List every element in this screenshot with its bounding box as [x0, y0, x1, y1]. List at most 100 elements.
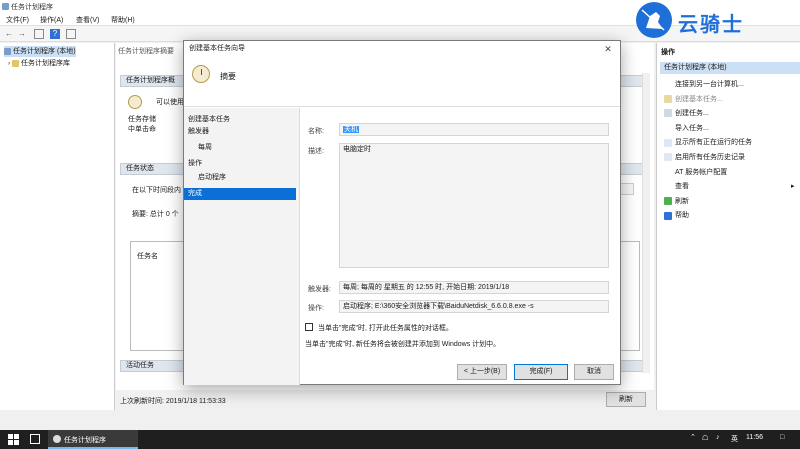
action-item[interactable]: 导入任务... — [664, 123, 709, 134]
ime-indicator[interactable]: 英 — [731, 434, 738, 444]
description-value: 电脑定时 — [343, 146, 371, 153]
trigger-value: 每周; 每周的 星期五 的 12:55 时, 开始日期: 2019/1/18 — [343, 284, 510, 291]
column-header-task-name[interactable]: 任务名 — [137, 251, 158, 261]
name-field[interactable]: 关机 — [339, 123, 609, 136]
action-item-label: 查看 — [675, 183, 689, 191]
intro-text-3: 中单击命 — [128, 126, 156, 133]
description-field[interactable]: 电脑定时 — [339, 143, 609, 268]
refresh-button[interactable]: 刷新 — [606, 392, 646, 407]
action-item-label: 创建基本任务... — [675, 95, 723, 103]
actions-subheader[interactable]: 任务计划程序 (本地) — [660, 62, 800, 74]
action-item[interactable]: AT 服务帐户配置 — [664, 167, 728, 178]
action-item-label: 启用所有任务历史记录 — [675, 154, 745, 161]
help-icon[interactable]: ? — [50, 29, 60, 39]
clock-icon — [4, 47, 11, 55]
wizard-clock-icon — [192, 65, 210, 83]
cancel-button[interactable]: 取消 — [574, 364, 614, 380]
vertical-scrollbar[interactable] — [642, 73, 650, 373]
action-label: 操作: — [308, 305, 324, 312]
name-value: 关机 — [343, 126, 359, 133]
name-label: 名称: — [308, 128, 324, 135]
knight-logo-icon — [636, 2, 672, 38]
summary-count: 摘要: 总计 0 个 — [132, 211, 179, 218]
action-item[interactable]: 启用所有任务历史记录 — [664, 153, 745, 163]
dialog-title: 创建基本任务向导 — [184, 41, 620, 57]
wizard-icon — [664, 94, 672, 103]
step-trigger: 触发器 — [188, 128, 209, 135]
back-arrow-icon[interactable]: ← — [4, 29, 14, 39]
actions-subheader-label: 任务计划程序 (本地) — [664, 64, 727, 71]
taskbar-app-task-scheduler[interactable]: 任务计划程序 — [48, 430, 138, 449]
menu-file[interactable]: 文件(F) — [6, 15, 29, 25]
action-item[interactable]: 连接到另一台计算机... — [664, 80, 744, 90]
menu-action[interactable]: 操作(A) — [40, 15, 63, 25]
close-icon[interactable]: ✕ — [602, 43, 614, 55]
chevron-up-icon[interactable]: ⌃ — [690, 433, 696, 441]
action-item-label: 连接到另一台计算机... — [675, 81, 744, 88]
submenu-arrow-icon[interactable]: ▸ — [791, 182, 795, 192]
action-item[interactable]: 刷新 — [664, 196, 689, 207]
folder-icon — [11, 59, 19, 67]
network-icon[interactable]: ☖ — [702, 434, 708, 442]
navigation-tree: 任务计划程序 (本地) › 任务计划程序库 — [0, 43, 115, 410]
tree-item-library-label: 任务计划程序库 — [20, 60, 70, 67]
menu-view[interactable]: 查看(V) — [76, 15, 99, 25]
intro-text-2: 任务存储 — [128, 116, 156, 123]
step-start-program: 启动程序 — [198, 174, 226, 181]
tree-item-root[interactable]: 任务计划程序 (本地) — [4, 46, 76, 57]
wizard-steps: 创建基本任务 触发器 每周 操作 启动程序 完成 — [184, 108, 300, 385]
active-tasks-title: 活动任务 — [126, 362, 154, 369]
menu-help[interactable]: 帮助(H) — [111, 15, 135, 25]
running-icon — [664, 138, 672, 147]
action-item[interactable]: 创建任务... — [664, 109, 709, 119]
last-refresh-text: 上次刷新时间: 2019/1/18 11:53:33 — [120, 398, 226, 405]
windows-start-icon[interactable] — [8, 434, 19, 445]
status-bar: 上次刷新时间: 2019/1/18 11:53:33 — [116, 390, 654, 410]
breadcrumb: 任务计划程序摘要 — [118, 48, 174, 55]
clock[interactable]: 11:56 — [746, 434, 763, 441]
step-action: 操作 — [188, 160, 202, 167]
create-basic-task-wizard: 创建基本任务向导 ✕ 摘要 创建基本任务 触发器 每周 操作 启动程序 完成 名… — [183, 40, 621, 385]
action-value: 启动程序; E:\360安全浏览器下载\BaiduNetdisk_6.6.0.8… — [343, 303, 534, 310]
at-icon — [664, 167, 672, 176]
action-item[interactable]: 显示所有正在运行的任务 — [664, 138, 752, 148]
dialog-heading: 摘要 — [220, 72, 236, 81]
action-item-label: 帮助 — [675, 212, 689, 220]
open-properties-checkbox[interactable] — [305, 323, 313, 331]
action-item[interactable]: 查看 — [664, 182, 689, 192]
yunqishi-watermark: 云骑士 — [636, 2, 796, 40]
action-item-label: 显示所有正在运行的任务 — [675, 139, 752, 147]
forward-arrow-icon[interactable]: → — [17, 29, 27, 39]
open-properties-label[interactable]: 当单击"完成"时, 打开此任务属性的对话框。 — [318, 323, 453, 333]
actions-pane: 操作 任务计划程序 (本地) 连接到另一台计算机... 创建基本任务... 创建任务… — [656, 43, 800, 410]
actions-header: 操作 — [661, 49, 675, 56]
chevron-right-icon[interactable]: › — [8, 61, 10, 67]
step-finish: 完成 — [184, 188, 296, 200]
tree-item-library[interactable]: › 任务计划程序库 — [8, 58, 70, 69]
action-item-label: 创建任务... — [675, 110, 709, 118]
history-icon — [664, 153, 672, 162]
show-hide-action-pane-icon[interactable] — [66, 29, 76, 39]
finish-button[interactable]: 完成(F) — [514, 364, 568, 380]
tree-item-root-label: 任务计划程序 (本地) — [13, 48, 76, 55]
description-label: 描述: — [308, 148, 324, 155]
notification-icon[interactable]: □ — [780, 434, 784, 441]
refresh-icon — [664, 196, 672, 205]
clock-icon — [53, 435, 61, 443]
action-item-label: AT 服务帐户配置 — [675, 168, 728, 176]
action-item[interactable]: 帮助 — [664, 211, 689, 221]
volume-icon[interactable]: ♪ — [716, 434, 720, 441]
back-button[interactable]: < 上一步(B) — [457, 364, 507, 380]
task-status-title: 任务状态 — [126, 165, 154, 172]
overview-section-title: 任务计划程序概 — [126, 77, 175, 84]
action-item[interactable]: 创建基本任务... — [664, 94, 723, 105]
clock-icon — [128, 95, 142, 109]
task-view-icon[interactable] — [30, 434, 40, 444]
taskbar-app-label: 任务计划程序 — [64, 437, 106, 444]
status-period-label: 在以下时间段内 — [132, 187, 181, 194]
action-item-label: 刷新 — [675, 197, 689, 205]
show-hide-tree-icon[interactable] — [34, 29, 44, 39]
action-item-label: 导入任务... — [675, 124, 709, 132]
window-title: 任务计划程序 — [11, 4, 53, 11]
finish-note: 当单击"完成"时, 新任务将会被创建并添加到 Windows 计划中。 — [305, 341, 501, 348]
